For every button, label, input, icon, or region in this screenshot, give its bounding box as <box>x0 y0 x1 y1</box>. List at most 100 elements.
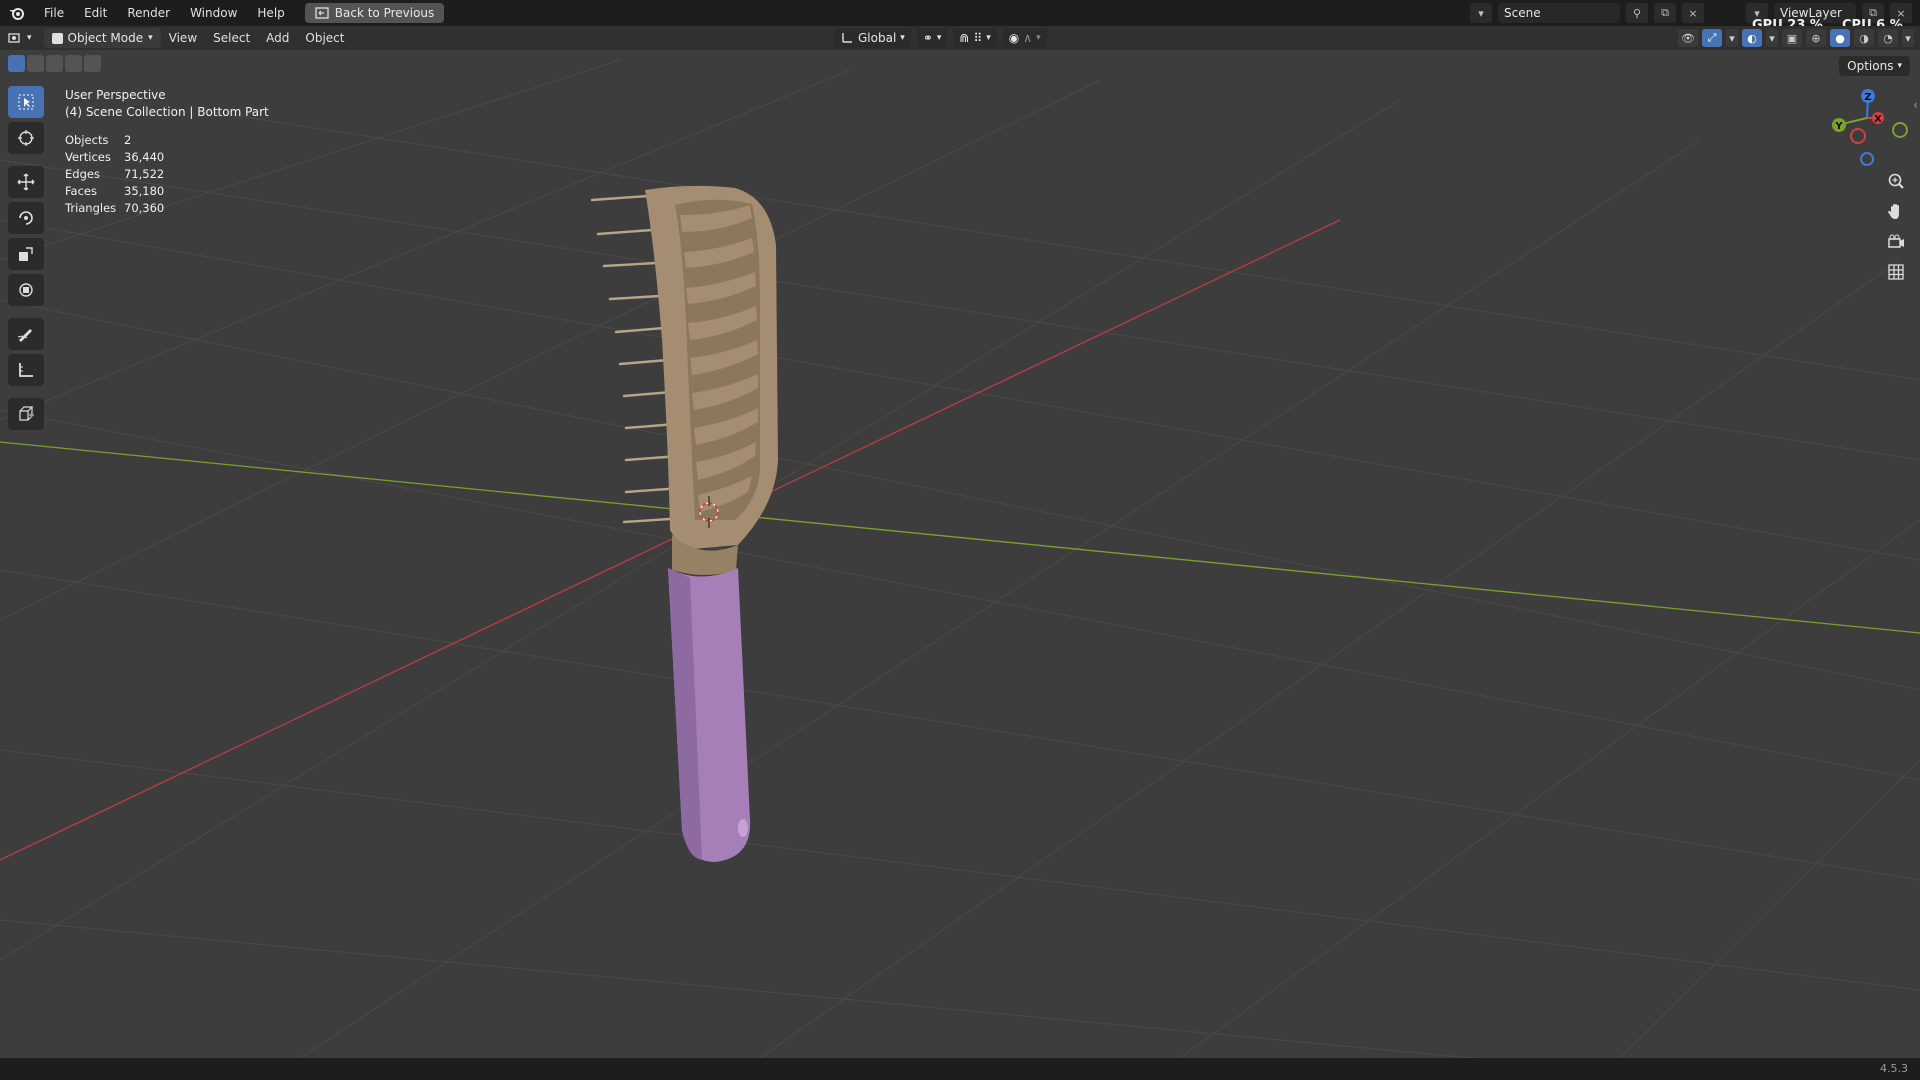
pin-icon[interactable]: ⚲ <box>1626 3 1648 23</box>
object-mode-label: Object Mode <box>67 31 144 45</box>
chevron-down-icon: ▾ <box>986 33 991 43</box>
select-new-icon[interactable] <box>8 55 25 72</box>
perspective-label: User Perspective <box>65 88 166 102</box>
stat-row: Vertices 36,440 <box>65 149 164 166</box>
stat-value: 35,180 <box>124 184 165 198</box>
editor-type-icon <box>8 33 20 43</box>
header-menu-add[interactable]: Add <box>258 28 297 48</box>
chevron-down-icon: ▾ <box>936 33 942 43</box>
transform-orientation-select[interactable]: Global ▾ <box>834 28 911 48</box>
proportional-edit-toggle[interactable]: ◉ ∧ ▾ <box>1002 28 1047 48</box>
pivot-point-select[interactable]: ⚭ ▾ <box>916 28 948 48</box>
wireframe-shading-icon[interactable]: ⊕ <box>1806 29 1826 47</box>
blender-logo-icon[interactable] <box>0 0 34 26</box>
header-menu-object[interactable]: Object <box>297 28 352 48</box>
menu-render[interactable]: Render <box>117 0 180 26</box>
chevron-down-icon: ▾ <box>148 33 153 43</box>
viewport-canvas[interactable] <box>0 50 1920 1058</box>
gizmo-z-label: Z <box>1864 92 1871 103</box>
stat-row: Edges 71,522 <box>65 166 164 183</box>
move-icon[interactable] <box>8 166 44 198</box>
status-bar <box>0 1058 1920 1080</box>
version-label: 4.5.3 <box>1880 1062 1908 1075</box>
chevron-down-icon[interactable]: ▾ <box>1726 29 1738 47</box>
gizmo-neg-x-axis[interactable] <box>1850 128 1866 144</box>
select-invert-icon[interactable] <box>65 55 82 72</box>
overlay-toggle-icon[interactable]: ◐ <box>1742 29 1762 47</box>
add-cube-icon[interactable] <box>8 398 44 430</box>
scale-icon[interactable] <box>8 238 44 270</box>
collection-label: (4) Scene Collection | Bottom Part <box>65 105 269 119</box>
falloff-icon: ∧ <box>1023 31 1033 45</box>
view-navigation <box>1882 170 1910 284</box>
header-menu-select[interactable]: Select <box>205 28 258 48</box>
new-scene-icon[interactable]: ⧉ <box>1654 3 1676 23</box>
sidebar-collapse-icon[interactable]: ‹ <box>1913 98 1918 112</box>
scene-field[interactable]: Scene <box>1498 3 1620 23</box>
stat-value: 2 <box>124 133 132 147</box>
snap-grid-icon: ⠿ <box>973 31 983 45</box>
stat-label: Objects <box>65 133 109 147</box>
options-button[interactable]: Options ▾ <box>1839 56 1910 76</box>
options-label: Options <box>1847 59 1894 73</box>
menu-help[interactable]: Help <box>247 0 294 26</box>
menu-edit[interactable]: Edit <box>74 0 117 26</box>
magnet-icon: ⋒ <box>959 31 970 45</box>
gizmo-neg-y-axis[interactable] <box>1892 122 1908 138</box>
scene-statistics: Objects 2 Vertices 36,440 Edges 71,522 Face… <box>65 132 164 217</box>
close-scene-icon[interactable]: × <box>1682 3 1704 23</box>
stat-row: Faces 35,180 <box>65 183 164 200</box>
gizmo-y-label: Y <box>1834 121 1843 132</box>
stat-row: Triangles 70,360 <box>65 200 164 217</box>
select-subtract-icon[interactable] <box>46 55 63 72</box>
cursor-icon[interactable] <box>8 122 44 154</box>
menu-window[interactable]: Window <box>180 0 247 26</box>
annotate-icon[interactable] <box>8 318 44 350</box>
editor-type-button[interactable]: ▾ <box>0 28 40 48</box>
grid-icon[interactable] <box>1882 260 1910 284</box>
rendered-shading-icon[interactable]: ◔ <box>1878 29 1898 47</box>
chevron-down-icon: ▾ <box>900 33 905 43</box>
stat-value: 71,522 <box>124 167 165 181</box>
stat-label: Edges <box>65 167 100 181</box>
tool-shelf <box>8 86 48 434</box>
gizmo-x-label: X <box>1874 114 1882 125</box>
gizmo-neg-z-axis[interactable] <box>1860 152 1874 166</box>
proportional-edit-icon: ◉ <box>1008 31 1020 45</box>
select-box-icon[interactable] <box>8 86 44 118</box>
solid-shading-icon[interactable]: ● <box>1830 29 1850 47</box>
viewport-info: User Perspective (4) Scene Collection | … <box>65 87 269 121</box>
pivot-icon: ⚭ <box>922 31 933 45</box>
visibility-icon[interactable]: 👁 <box>1678 29 1698 47</box>
transform-tools: Global ▾ ⚭ ▾ ⋒ ⠿ ▾ ◉ ∧ ▾ <box>834 28 1047 48</box>
stat-label: Triangles <box>65 201 117 215</box>
header-menu-view[interactable]: View <box>161 28 205 48</box>
select-intersect-icon[interactable] <box>84 55 101 72</box>
zoom-icon[interactable] <box>1882 170 1910 194</box>
rotate-icon[interactable] <box>8 202 44 234</box>
material-shading-icon[interactable]: ◑ <box>1854 29 1874 47</box>
camera-icon[interactable] <box>1882 230 1910 254</box>
xray-icon[interactable]: ▣ <box>1782 29 1802 47</box>
stat-row: Objects 2 <box>65 132 164 149</box>
gizmo-toggle-icon[interactable]: ⤢ <box>1702 29 1722 47</box>
snap-toggle[interactable]: ⋒ ⠿ ▾ <box>953 28 997 48</box>
transform-icon[interactable] <box>8 274 44 306</box>
object-mode-icon <box>51 32 63 44</box>
object-mode-select[interactable]: Object Mode ▾ <box>43 28 161 48</box>
back-to-previous-button[interactable]: Back to Previous <box>304 3 445 23</box>
stat-value: 36,440 <box>124 150 165 164</box>
chevron-down-icon: ▾ <box>1897 61 1902 71</box>
measure-icon[interactable] <box>8 354 44 386</box>
back-icon <box>315 7 329 19</box>
selection-mode-buttons <box>8 55 101 72</box>
chevron-down-icon: ▾ <box>1036 33 1041 43</box>
chevron-down-icon[interactable]: ▾ <box>1766 29 1778 47</box>
scene-name: Scene <box>1504 6 1541 20</box>
select-extend-icon[interactable] <box>27 55 44 72</box>
scene-selector-icon[interactable]: ▾ <box>1470 3 1492 23</box>
navigation-gizmo[interactable]: Z X Y <box>1820 84 1915 174</box>
chevron-down-icon[interactable]: ▾ <box>1902 29 1914 47</box>
pan-hand-icon[interactable] <box>1882 200 1910 224</box>
menu-file[interactable]: File <box>34 0 74 26</box>
